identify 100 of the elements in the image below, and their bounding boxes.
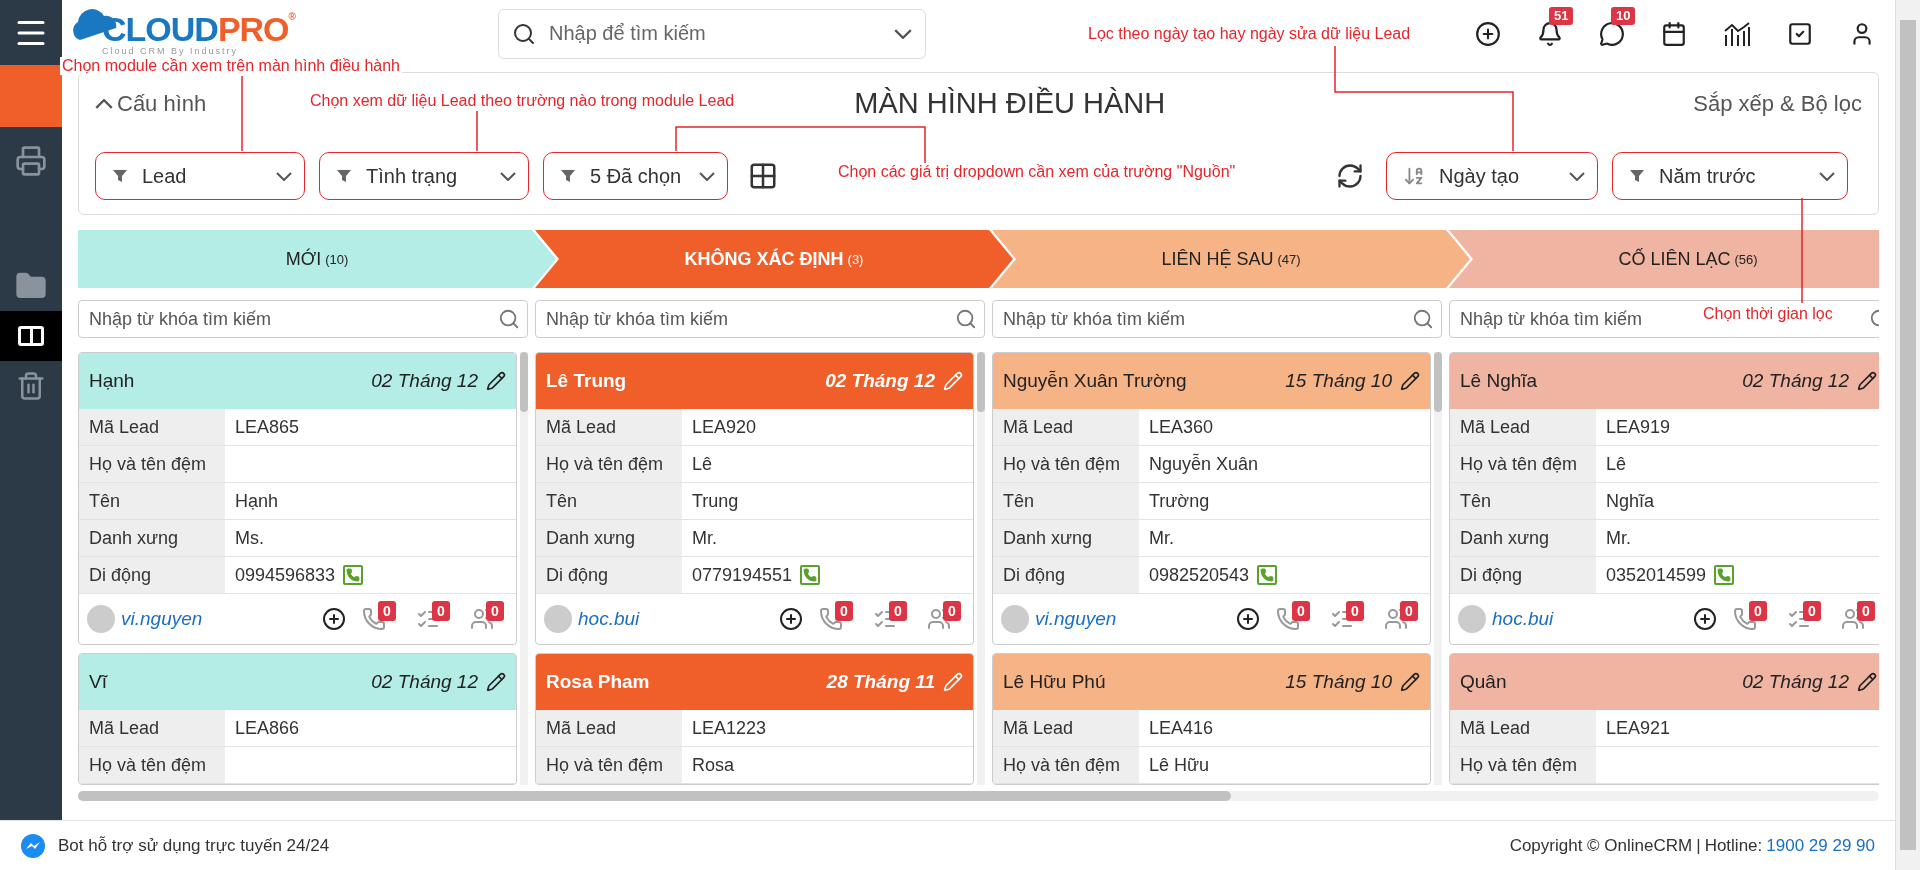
lead-name: Hạnh <box>89 370 136 392</box>
count-badge: 0 <box>889 601 907 621</box>
pencil-icon[interactable] <box>1857 371 1877 391</box>
refresh-button[interactable] <box>1336 162 1364 190</box>
sort-icon <box>1403 165 1425 187</box>
config-toggle[interactable]: Cấu hình <box>95 90 207 117</box>
scrollbar[interactable] <box>520 352 528 785</box>
field-value: LEA865 <box>235 416 300 438</box>
call-icon[interactable] <box>800 565 821 585</box>
reports-button[interactable] <box>1723 20 1751 47</box>
stage-tab[interactable]: LIÊN HỆ SAU (47) <box>992 230 1470 288</box>
filter-dropdown[interactable]: Tình trạng <box>319 152 529 200</box>
sort-filter-link[interactable]: Sắp xếp & Bộ lọc <box>1693 90 1862 117</box>
field-value: Ms. <box>235 527 264 549</box>
field-label: Họ và tên đệm <box>993 747 1139 783</box>
card-date: 28 Tháng 11 <box>826 671 935 693</box>
annotation-text: Chọn các giá trị dropdown cần xem của trường "Nguồn" <box>836 163 1238 181</box>
grid-button[interactable] <box>748 161 778 191</box>
add-icon[interactable] <box>779 607 803 631</box>
count-badge: 0 <box>486 601 504 621</box>
keyword-search-field[interactable]: Nhập từ khóa tìm kiếm <box>78 300 528 338</box>
search-icon <box>955 308 977 330</box>
checkbox-icon <box>1787 20 1813 47</box>
field-label: Họ và tên đệm <box>1450 747 1596 783</box>
keyword-search-field[interactable]: Nhập từ khóa tìm kiếm <box>992 300 1442 338</box>
lead-name: Lê Nghĩa <box>1460 370 1539 392</box>
filter-dropdown[interactable]: Năm trước <box>1612 152 1848 200</box>
chat-icon <box>1599 20 1625 47</box>
field-label: Họ và tên đệm <box>1450 446 1596 482</box>
pencil-icon[interactable] <box>486 371 506 391</box>
avatar <box>544 605 572 633</box>
field-label: Họ và tên đệm <box>536 747 682 783</box>
count-badge: 51 <box>1549 6 1574 25</box>
avatar <box>1458 605 1486 633</box>
field-label: Tên <box>79 483 225 519</box>
lead-name: Lê Trung <box>546 370 628 392</box>
notifications-button[interactable] <box>1537 20 1563 47</box>
filter-dropdown[interactable]: 5 Đã chọn <box>543 152 728 200</box>
field-value: Rosa <box>692 754 735 776</box>
annotation-text: Chọn thời gian lọc <box>1701 305 1835 323</box>
field-value: 0982520543 <box>1149 564 1250 586</box>
field-label: Mã Lead <box>993 409 1139 445</box>
search-icon <box>498 308 520 330</box>
sort-dropdown[interactable]: Ngày tạo <box>1386 152 1598 200</box>
add-icon[interactable] <box>1693 607 1717 631</box>
stage-tab[interactable]: CỐ LIÊN LẠC (56) <box>1449 230 1879 288</box>
pencil-icon[interactable] <box>1400 371 1420 391</box>
messages-button[interactable] <box>1599 20 1625 47</box>
count-badge: 0 <box>1803 601 1821 621</box>
owner-link[interactable]: vi.nguyen <box>121 608 316 630</box>
page-scrollbar[interactable] <box>1895 0 1920 870</box>
card-date: 02 Tháng 12 <box>371 370 478 392</box>
add-icon[interactable] <box>322 607 346 631</box>
field-label: Danh xưng <box>79 520 225 556</box>
field-value: 0352014599 <box>1606 564 1707 586</box>
page-title: MÀN HÌNH ĐIỀU HÀNH <box>854 87 1166 120</box>
horizontal-scrollbar[interactable] <box>78 791 1879 801</box>
keyword-search-field[interactable]: Nhập từ khóa tìm kiếm <box>535 300 985 338</box>
count-badge: 0 <box>1749 601 1767 621</box>
owner-link[interactable]: hoc.bui <box>1492 608 1687 630</box>
call-icon[interactable] <box>1257 565 1278 585</box>
pencil-icon[interactable] <box>1400 672 1420 692</box>
field-label: Mã Lead <box>79 710 225 746</box>
call-icon[interactable] <box>343 565 364 585</box>
owner-link[interactable]: vi.nguyen <box>1035 608 1230 630</box>
stage-tab[interactable]: MỚI (10) <box>78 230 556 288</box>
call-icon[interactable] <box>1714 565 1735 585</box>
chevron-up-icon <box>95 98 113 109</box>
card-date: 02 Tháng 12 <box>1742 370 1849 392</box>
field-label: Họ và tên đệm <box>79 747 225 783</box>
filter-dropdown[interactable]: Lead <box>95 152 305 200</box>
search-field[interactable]: Nhập để tìm kiếm <box>498 8 926 59</box>
add-button[interactable] <box>1475 20 1501 47</box>
scrollbar[interactable] <box>977 352 985 785</box>
bell-icon <box>1537 20 1563 47</box>
field-value: LEA416 <box>1149 717 1214 739</box>
filter-icon <box>336 168 352 184</box>
field-label: Mã Lead <box>1450 409 1596 445</box>
field-value: LEA921 <box>1606 717 1671 739</box>
pencil-icon[interactable] <box>486 672 506 692</box>
add-icon[interactable] <box>1236 607 1260 631</box>
pencil-icon[interactable] <box>1857 672 1877 692</box>
search-icon <box>512 21 536 46</box>
count-badge: 0 <box>378 601 396 621</box>
field-value: Mr. <box>1606 527 1631 549</box>
search-icon <box>1412 308 1434 330</box>
card-date: 02 Tháng 12 <box>371 671 478 693</box>
chevron-down-icon <box>894 28 912 39</box>
calendar-button[interactable] <box>1661 20 1687 47</box>
field-value: LEA360 <box>1149 416 1214 438</box>
count-badge: 0 <box>1857 601 1875 621</box>
hotline-link[interactable]: 1900 29 29 90 <box>1766 835 1875 856</box>
add-icon <box>1475 20 1501 47</box>
annotation-text: Chọn xem dữ liệu Lead theo trường nào trong module Lead <box>308 92 737 110</box>
bot-support-text: Bot hỗ trợ sử dụng trực tuyến 24/24 <box>58 835 330 856</box>
sidebar-item[interactable] <box>0 311 62 361</box>
tasks-button[interactable] <box>1787 20 1813 47</box>
field-value: Trung <box>692 490 739 512</box>
owner-link[interactable]: hoc.bui <box>578 608 773 630</box>
scrollbar[interactable] <box>1434 352 1442 785</box>
